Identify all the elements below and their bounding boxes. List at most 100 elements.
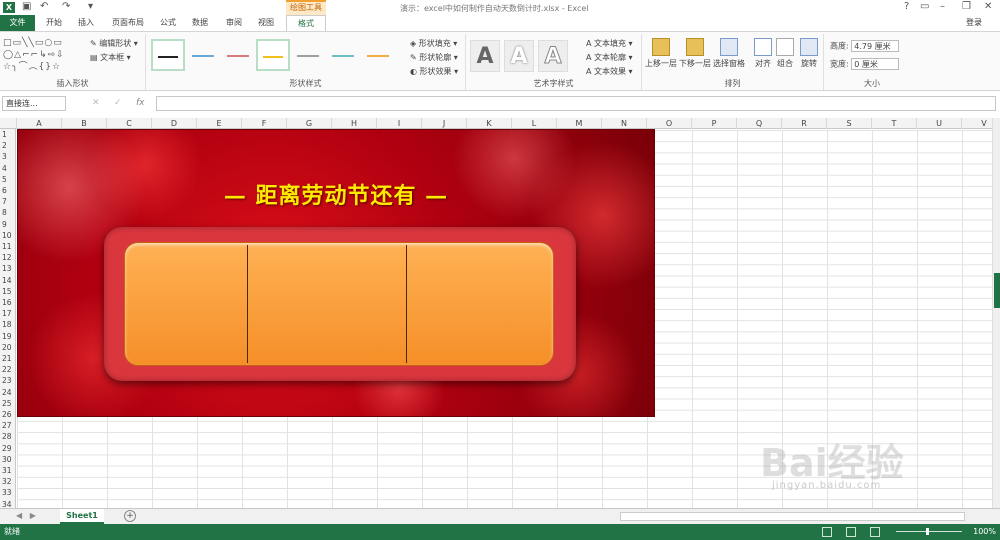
row-header[interactable]: 22: [0, 364, 16, 375]
row-header[interactable]: 12: [0, 252, 16, 263]
height-input[interactable]: 4.79 厘米: [851, 40, 900, 52]
normal-view-icon[interactable]: [822, 527, 832, 537]
row-header[interactable]: 1: [0, 129, 16, 140]
row-header[interactable]: 13: [0, 263, 16, 274]
row-header[interactable]: 8: [0, 207, 16, 218]
shape-gallery[interactable]: □▭╲╲▭○▭ ◯△⌐⌐↳⇨⇩ ☆╮⌒︵{}☆: [3, 37, 83, 73]
width-input[interactable]: 0 厘米: [851, 58, 900, 70]
wordart-style-3[interactable]: A: [538, 40, 568, 72]
page-break-view-icon[interactable]: [870, 527, 880, 537]
zoom-slider-knob[interactable]: [926, 528, 929, 535]
select-all-corner[interactable]: [0, 118, 17, 129]
text-effects-button[interactable]: A 文本效果 ▾: [586, 66, 633, 77]
row-header[interactable]: 21: [0, 353, 16, 364]
ribbon-display-icon[interactable]: ▭: [920, 1, 929, 12]
tab-view[interactable]: 视图: [258, 15, 274, 31]
row-header[interactable]: 18: [0, 319, 16, 330]
column-header[interactable]: M: [557, 118, 602, 129]
text-outline-button[interactable]: A 文本轮廓 ▾: [586, 52, 633, 63]
wordart-style-2[interactable]: A: [504, 40, 534, 72]
column-header[interactable]: T: [872, 118, 917, 129]
column-header[interactable]: K: [467, 118, 512, 129]
column-header[interactable]: N: [602, 118, 647, 129]
shape-style-swatch-3[interactable]: [221, 39, 255, 71]
column-header[interactable]: C: [107, 118, 152, 129]
redo-icon[interactable]: ↷: [62, 1, 70, 12]
row-header[interactable]: 28: [0, 431, 16, 442]
row-header[interactable]: 27: [0, 420, 16, 431]
row-header[interactable]: 14: [0, 275, 16, 286]
row-header[interactable]: 2: [0, 140, 16, 151]
shape-fill-button[interactable]: ◈ 形状填充 ▾: [410, 38, 457, 49]
row-header[interactable]: 6: [0, 185, 16, 196]
row-header[interactable]: 25: [0, 398, 16, 409]
cancel-icon[interactable]: ✕: [92, 96, 100, 111]
row-header[interactable]: 23: [0, 375, 16, 386]
column-header[interactable]: H: [332, 118, 377, 129]
panel-divider-line[interactable]: [406, 245, 407, 363]
tab-data[interactable]: 数据: [192, 15, 208, 31]
row-header[interactable]: 24: [0, 387, 16, 398]
column-header[interactable]: D: [152, 118, 197, 129]
rotate-button[interactable]: 旋转: [792, 38, 826, 69]
row-header[interactable]: 16: [0, 297, 16, 308]
bring-forward-button[interactable]: 上移一层: [644, 38, 678, 69]
panel-divider-line[interactable]: [247, 245, 248, 363]
column-header[interactable]: G: [287, 118, 332, 129]
enter-icon[interactable]: ✓: [114, 96, 122, 111]
insert-function-icon[interactable]: fx: [136, 96, 145, 111]
row-header[interactable]: 11: [0, 241, 16, 252]
horizontal-scrollbar[interactable]: [620, 512, 965, 521]
column-header[interactable]: S: [827, 118, 872, 129]
row-header[interactable]: 17: [0, 308, 16, 319]
tab-page-layout[interactable]: 页面布局: [112, 15, 144, 31]
row-header[interactable]: 19: [0, 331, 16, 342]
countdown-banner-picture[interactable]: — 距离劳动节还有 —: [17, 129, 655, 417]
column-header[interactable]: V: [962, 118, 992, 129]
column-header[interactable]: U: [917, 118, 962, 129]
vertical-scrollbar[interactable]: [992, 118, 1000, 508]
shape-style-swatch-6[interactable]: [326, 39, 360, 71]
column-header[interactable]: I: [377, 118, 422, 129]
column-header[interactable]: A: [17, 118, 62, 129]
page-layout-view-icon[interactable]: [846, 527, 856, 537]
text-fill-button[interactable]: A 文本填充 ▾: [586, 38, 633, 49]
tab-review[interactable]: 审阅: [226, 15, 242, 31]
column-header[interactable]: B: [62, 118, 107, 129]
shape-style-swatch-1[interactable]: [151, 39, 185, 71]
zoom-slider[interactable]: [896, 528, 962, 535]
undo-icon[interactable]: ↶: [40, 1, 48, 12]
shape-style-swatch-2[interactable]: [186, 39, 220, 71]
row-header[interactable]: 33: [0, 487, 16, 498]
column-header[interactable]: R: [782, 118, 827, 129]
help-icon[interactable]: ?: [904, 1, 909, 12]
sheet-nav-arrows-icon[interactable]: ◀ ▶: [16, 511, 36, 520]
row-header[interactable]: 20: [0, 342, 16, 353]
column-header[interactable]: E: [197, 118, 242, 129]
row-header[interactable]: 5: [0, 174, 16, 185]
send-backward-button[interactable]: 下移一层: [678, 38, 712, 69]
countdown-panel[interactable]: [124, 242, 554, 366]
name-box[interactable]: 直接连...: [2, 96, 66, 111]
shape-style-swatch-5[interactable]: [291, 39, 325, 71]
tab-formulas[interactable]: 公式: [160, 15, 176, 31]
row-header[interactable]: 34: [0, 499, 16, 508]
tab-format[interactable]: 格式: [286, 15, 326, 31]
wordart-style-1[interactable]: A: [470, 40, 500, 72]
formula-input[interactable]: [156, 96, 996, 111]
selection-pane-button[interactable]: 选择窗格: [712, 38, 746, 69]
column-header[interactable]: J: [422, 118, 467, 129]
save-icon[interactable]: ▣: [22, 1, 31, 12]
shape-style-swatch-4[interactable]: [256, 39, 290, 71]
row-header[interactable]: 30: [0, 454, 16, 465]
countdown-frame[interactable]: [104, 227, 576, 381]
tab-home[interactable]: 开始: [46, 15, 62, 31]
row-header[interactable]: 3: [0, 151, 16, 162]
sheet-tab-sheet1[interactable]: Sheet1: [60, 509, 104, 524]
vertical-scroll-thumb[interactable]: [994, 273, 1000, 308]
column-header[interactable]: O: [647, 118, 692, 129]
shape-effects-button[interactable]: ◐ 形状效果 ▾: [410, 66, 458, 77]
column-header[interactable]: P: [692, 118, 737, 129]
row-header[interactable]: 29: [0, 443, 16, 454]
row-header[interactable]: 31: [0, 465, 16, 476]
